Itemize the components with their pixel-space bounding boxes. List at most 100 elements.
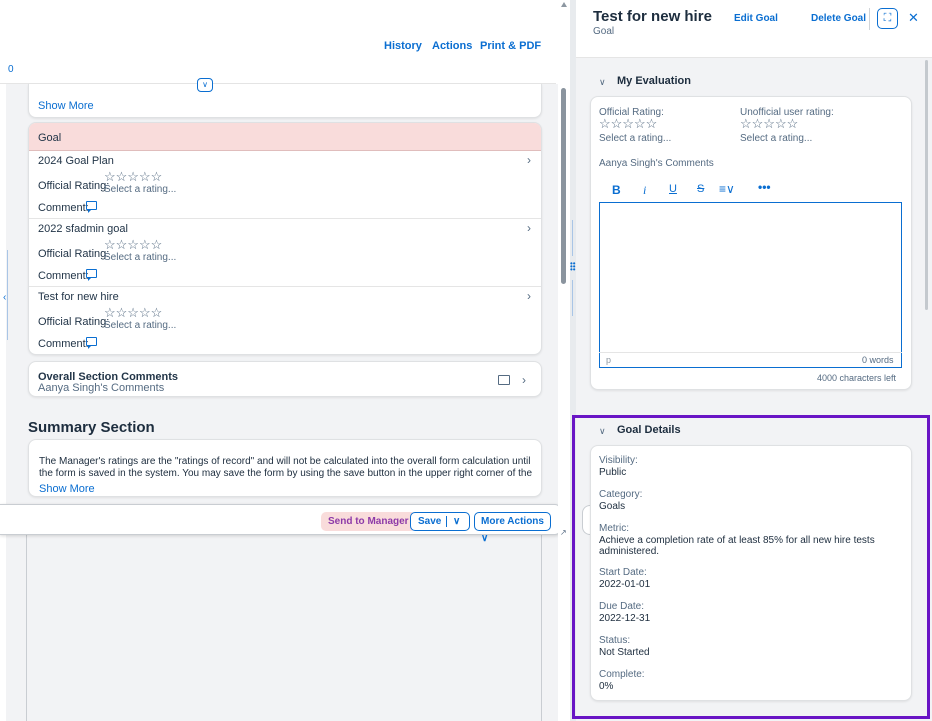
comment-icon[interactable] [86,269,97,281]
rating-stars[interactable]: ☆☆☆☆☆ [599,116,657,132]
show-more-link[interactable]: Show More [38,100,94,112]
left-separator [7,250,8,340]
form-top-bar: History Actions Print & PDF [0,0,556,84]
italic-button[interactable]: i [643,183,646,198]
close-icon[interactable]: ✕ [908,10,919,26]
summary-card: The Manager's ratings are the "ratings o… [28,439,542,497]
goal-title: Test for new hire [38,291,119,303]
goal-row[interactable]: Test for new hire › Official Rating: ☆☆☆… [29,287,541,354]
overall-section-comments-card[interactable]: Overall Section Comments Aanya Singh's C… [28,361,542,397]
goal-card-header: Goal [29,123,541,151]
my-evaluation-heading[interactable]: My Evaluation [617,75,691,87]
metric-value: Achieve a completion rate of at least 85… [599,535,875,557]
send-to-manager-button[interactable]: Send to Manager [321,512,416,531]
comment-icon[interactable] [86,201,97,213]
status-value: Not Started [599,647,650,658]
summary-section-title: Summary Section [28,419,155,436]
select-rating-text: Select a rating... [740,133,813,144]
editor-footer [599,352,902,368]
complete-label: Complete: [599,669,645,680]
header-divider [869,8,870,30]
splitter-grip-icon[interactable]: •• •• •• [570,260,576,274]
splitter-line [572,220,573,256]
edit-goal-button[interactable]: Edit Goal [734,13,778,24]
save-label: Save [418,516,442,527]
comments-label: Aanya Singh's Comments [599,158,714,169]
goal-detail-subtitle: Goal [593,26,615,37]
chevron-down-icon: ∨ [481,533,489,544]
chevron-down-icon[interactable]: ∨ [599,77,606,88]
form-footer-toolbar: Send to Manager Save ∨ More Actions ∨ [0,504,561,544]
category-label: Category: [599,489,643,500]
expand-icon[interactable]: ⛶ [877,8,898,29]
goal-title: 2022 sfadmin goal [38,223,128,235]
chevron-down-icon[interactable]: ∨ [197,78,213,92]
select-rating-text: Select a rating... [104,320,177,331]
scrollbar-thumb[interactable] [561,88,566,284]
goal-details-heading[interactable]: Goal Details [617,424,681,436]
due-date-label: Due Date: [599,601,645,612]
resize-grip-icon[interactable]: ↗ [560,528,567,537]
chevron-left-icon[interactable]: ‹ [3,292,6,303]
goal-title: 2024 Goal Plan [38,155,114,167]
rating-stars[interactable]: ☆☆☆☆☆ [104,305,162,321]
rating-stars[interactable]: ☆☆☆☆☆ [104,169,162,185]
detail-scrollbar-thumb[interactable] [925,60,928,310]
goal-card: Goal 2024 Goal Plan › Official Rating: ☆… [28,122,542,355]
start-date-label: Start Date: [599,567,647,578]
official-rating-label: Official Rating: [38,180,110,192]
goal-detail-title: Test for new hire [593,8,712,25]
splitter-line [572,280,573,316]
comment-label: Comment: [38,202,89,214]
official-rating-label: Official Rating: [38,316,110,328]
overall-comments-subtitle: Aanya Singh's Comments [38,382,165,394]
more-options-icon[interactable]: ••• [758,180,771,194]
comment-label: Comment: [38,338,89,350]
editor-element-path: p [606,355,612,365]
select-rating-text: Select a rating... [599,133,672,144]
history-link[interactable]: History [384,40,422,52]
chevron-right-icon[interactable]: › [527,221,531,235]
word-count: 0 words [862,355,894,365]
left-edge [0,84,6,721]
complete-value: 0% [599,681,614,692]
visibility-value: Public [599,467,627,478]
goal-header-label: Goal [38,132,62,144]
rating-stars[interactable]: ☆☆☆☆☆ [104,237,162,253]
official-rating-label: Official Rating: [38,248,110,260]
goal-row[interactable]: 2024 Goal Plan › Official Rating: ☆☆☆☆☆ … [29,151,541,219]
save-divider [446,516,447,527]
show-more-link[interactable]: Show More [39,483,95,495]
chevron-right-icon[interactable]: › [527,153,531,167]
visibility-label: Visibility: [599,455,638,466]
actions-link[interactable]: Actions [432,40,472,52]
comment-editor[interactable] [599,202,902,368]
goal-row[interactable]: 2022 sfadmin goal › Official Rating: ☆☆☆… [29,219,541,287]
select-rating-text: Select a rating... [104,252,177,263]
print-pdf-link[interactable]: Print & PDF [480,40,541,52]
chevron-right-icon[interactable]: › [522,373,526,387]
lower-panel [26,535,542,721]
more-actions-label: More Actions [481,516,544,527]
summary-text: The Manager's ratings are the "ratings o… [39,456,533,479]
comment-icon[interactable] [86,337,97,349]
select-rating-text: Select a rating... [104,184,177,195]
bold-button[interactable]: B [612,183,621,197]
due-date-value: 2022-12-31 [599,613,651,624]
chevron-right-icon[interactable]: › [527,289,531,303]
category-value: Goals [599,501,626,512]
scroll-up-arrow-icon[interactable] [561,2,567,7]
comment-label: Comment: [38,270,89,282]
section-show-more-card: Show More [28,84,542,118]
rating-stars[interactable]: ☆☆☆☆☆ [740,116,798,132]
chevron-down-icon[interactable]: ∨ [599,426,606,437]
underline-button[interactable]: U [669,183,677,195]
more-actions-button[interactable]: More Actions ∨ [474,512,551,544]
comment-icon[interactable] [498,375,510,385]
status-label: Status: [599,635,631,646]
chevron-down-icon[interactable]: ∨ [453,513,460,530]
save-button[interactable]: Save ∨ [410,512,470,531]
strikethrough-button[interactable]: S [697,183,704,195]
delete-goal-button[interactable]: Delete Goal [811,13,866,24]
align-dropdown-icon[interactable]: ≡∨ [719,182,735,196]
